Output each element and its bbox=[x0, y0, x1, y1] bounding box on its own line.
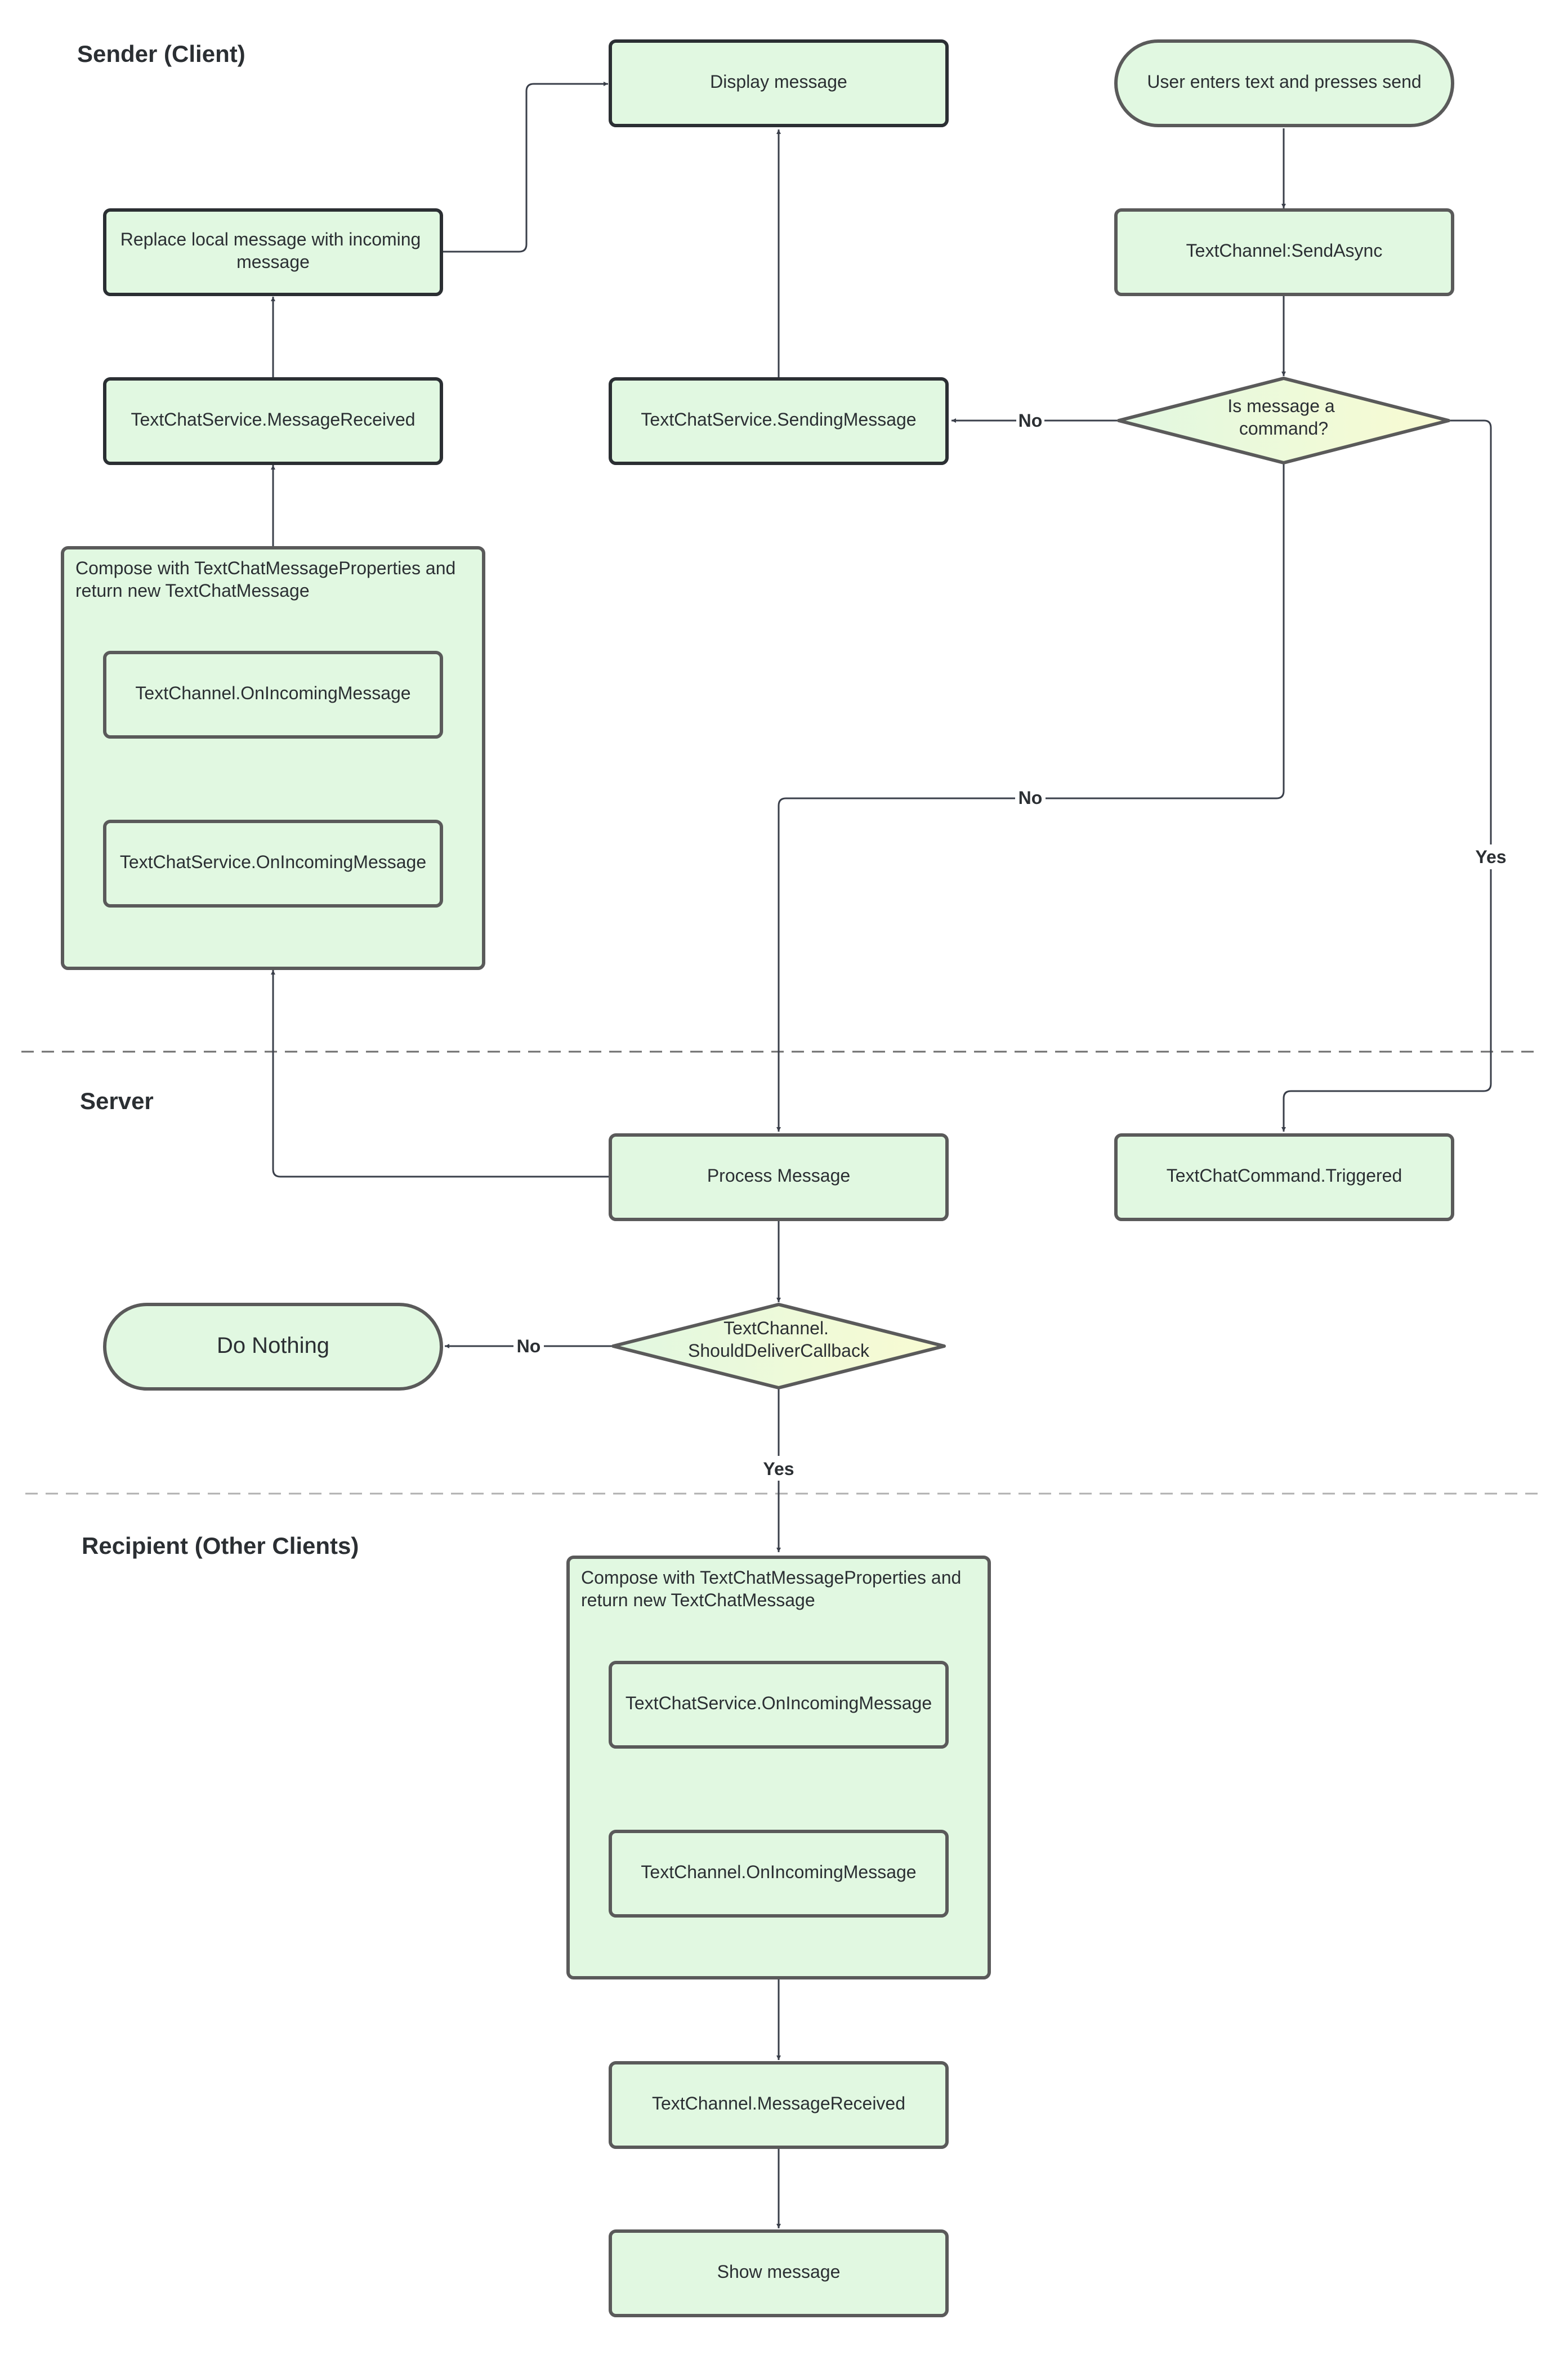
edge-label-yes-deliver: Yes bbox=[763, 1459, 794, 1479]
node-label: Do Nothing bbox=[217, 1333, 329, 1358]
node-should-deliver-callback[interactable]: TextChannel. ShouldDeliverCallback bbox=[611, 1303, 946, 1389]
node-label: User enters text and presses send bbox=[1147, 71, 1421, 92]
node-label: TextChatCommand.Triggered bbox=[1167, 1165, 1402, 1186]
node-label: Display message bbox=[710, 71, 847, 92]
node-textchatcommand-triggered[interactable]: TextChatCommand.Triggered bbox=[1114, 1133, 1454, 1221]
lane-title-sender: Sender (Client) bbox=[77, 41, 245, 67]
edge-label-yes-command: Yes bbox=[1475, 847, 1506, 867]
edge-iscommand-to-commandtriggered bbox=[1281, 419, 1492, 1132]
node-display-message[interactable]: Display message bbox=[609, 39, 949, 127]
node-label-line: ShouldDeliverCallback bbox=[688, 1340, 870, 1361]
group-label-line: Compose with TextChatMessageProperties a… bbox=[75, 558, 455, 578]
group-label-line: return new TextChatMessage bbox=[581, 1590, 815, 1610]
node-label: TextChannel:SendAsync bbox=[1186, 240, 1383, 261]
node-replace-local-message[interactable]: Replace local message with incoming mess… bbox=[103, 208, 443, 296]
node-is-message-a-command[interactable]: Is message a command? bbox=[1117, 377, 1450, 464]
edge-label-no-processmessage: No bbox=[1018, 788, 1043, 808]
node-label-line: Replace local message with incoming bbox=[120, 229, 421, 249]
node-user-enters-text[interactable]: User enters text and presses send bbox=[1114, 39, 1454, 127]
node-label: Process Message bbox=[707, 1165, 850, 1186]
node-label-line: message bbox=[236, 252, 310, 272]
edge-label-no-donothing: No bbox=[517, 1336, 541, 1356]
flowchart-canvas: Sender (Client) Server Recipient (Other … bbox=[21, 39, 1540, 2317]
node-label: TextChannel.OnIncomingMessage bbox=[641, 1862, 916, 1882]
lane-title-server: Server bbox=[80, 1088, 154, 1114]
node-do-nothing[interactable]: Do Nothing bbox=[103, 1303, 443, 1391]
edge-label-no-sendingmessage: No bbox=[1018, 410, 1043, 431]
edge-replacelocal-to-display bbox=[442, 82, 608, 253]
node-label: Show message bbox=[717, 2262, 841, 2282]
group-label-line: return new TextChatMessage bbox=[75, 580, 310, 601]
edge-processmessage-to-sendercompose bbox=[271, 970, 610, 1178]
node-label-line: command? bbox=[1239, 418, 1328, 439]
node-recipient-textchatservice-onincomingmessage[interactable]: TextChatService.OnIncomingMessage bbox=[609, 1661, 949, 1749]
node-label: TextChatService.OnIncomingMessage bbox=[120, 852, 426, 872]
lane-title-recipient: Recipient (Other Clients) bbox=[82, 1532, 359, 1559]
node-textchatservice-sendingmessage[interactable]: TextChatService.SendingMessage bbox=[609, 377, 949, 465]
node-label: TextChannel.OnIncomingMessage bbox=[135, 683, 410, 703]
node-textchannel-messagereceived[interactable]: TextChannel.MessageReceived bbox=[609, 2061, 949, 2149]
node-textchatservice-messagereceived[interactable]: TextChatService.MessageReceived bbox=[103, 377, 443, 465]
node-label: TextChatService.MessageReceived bbox=[131, 409, 415, 430]
node-label: TextChatService.OnIncomingMessage bbox=[626, 1693, 932, 1713]
node-recipient-textchannel-onincomingmessage[interactable]: TextChannel.OnIncomingMessage bbox=[609, 1830, 949, 1918]
node-sender-textchannel-onincomingmessage[interactable]: TextChannel.OnIncomingMessage bbox=[103, 651, 443, 739]
node-label: TextChannel.MessageReceived bbox=[652, 2093, 905, 2113]
node-label-line: Is message a bbox=[1227, 396, 1335, 416]
node-label: TextChatService.SendingMessage bbox=[641, 409, 916, 430]
node-sender-textchatservice-onincomingmessage[interactable]: TextChatService.OnIncomingMessage bbox=[103, 820, 443, 908]
node-process-message[interactable]: Process Message bbox=[609, 1133, 949, 1221]
group-label-line: Compose with TextChatMessageProperties a… bbox=[581, 1567, 961, 1588]
node-textchannel-sendasync[interactable]: TextChannel:SendAsync bbox=[1114, 208, 1454, 296]
node-label-line: TextChannel. bbox=[723, 1318, 829, 1338]
node-show-message[interactable]: Show message bbox=[609, 2229, 949, 2317]
